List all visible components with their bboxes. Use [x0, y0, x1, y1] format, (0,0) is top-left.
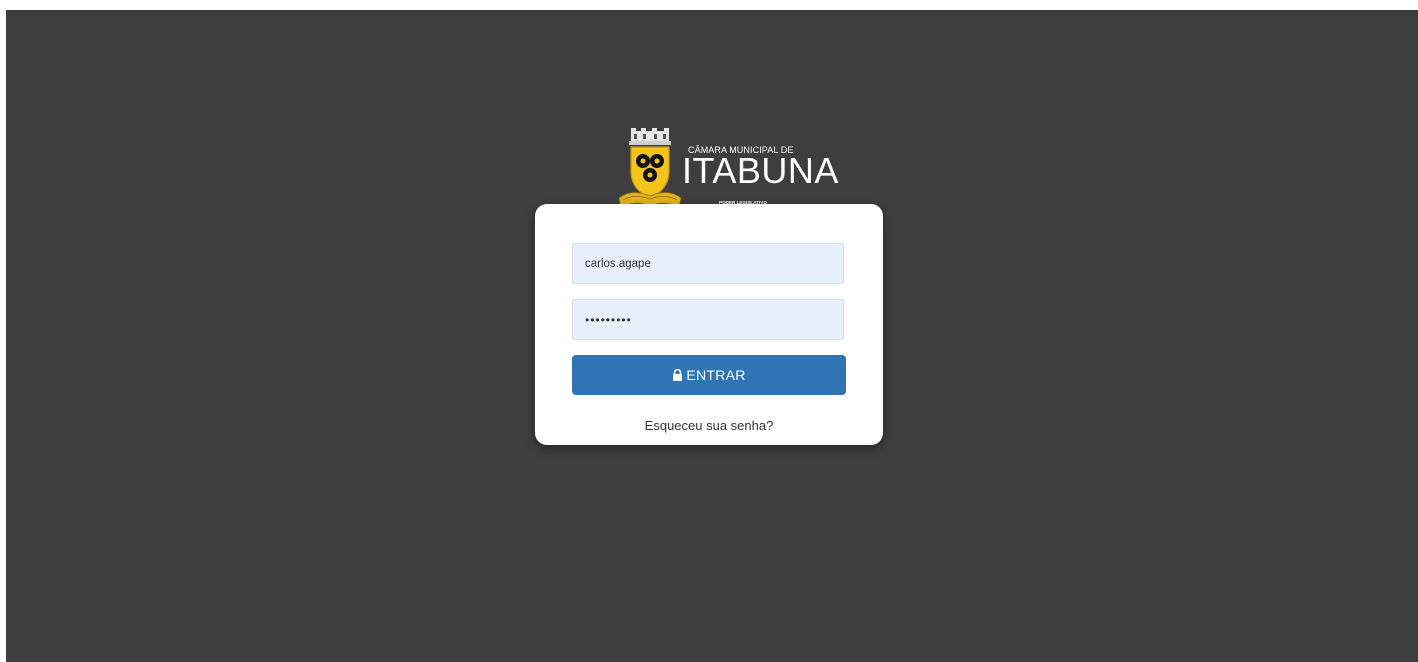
- username-field[interactable]: [572, 243, 844, 284]
- forgot-password-link[interactable]: Esqueceu sua senha?: [535, 418, 883, 433]
- login-card: ENTRAR Esqueceu sua senha?: [535, 204, 883, 445]
- enter-button[interactable]: ENTRAR: [572, 355, 846, 395]
- coat-of-arms-icon: [619, 128, 682, 209]
- login-screen: CÂMARA MUNICIPAL DE ITABUNA PODER LEGISL…: [6, 10, 1418, 662]
- brand-name: ITABUNA: [682, 150, 839, 191]
- brand-logo: CÂMARA MUNICIPAL DE ITABUNA PODER LEGISL…: [619, 128, 838, 214]
- password-field[interactable]: [572, 299, 844, 340]
- enter-button-label: ENTRAR: [686, 367, 746, 383]
- lock-icon: [673, 369, 683, 381]
